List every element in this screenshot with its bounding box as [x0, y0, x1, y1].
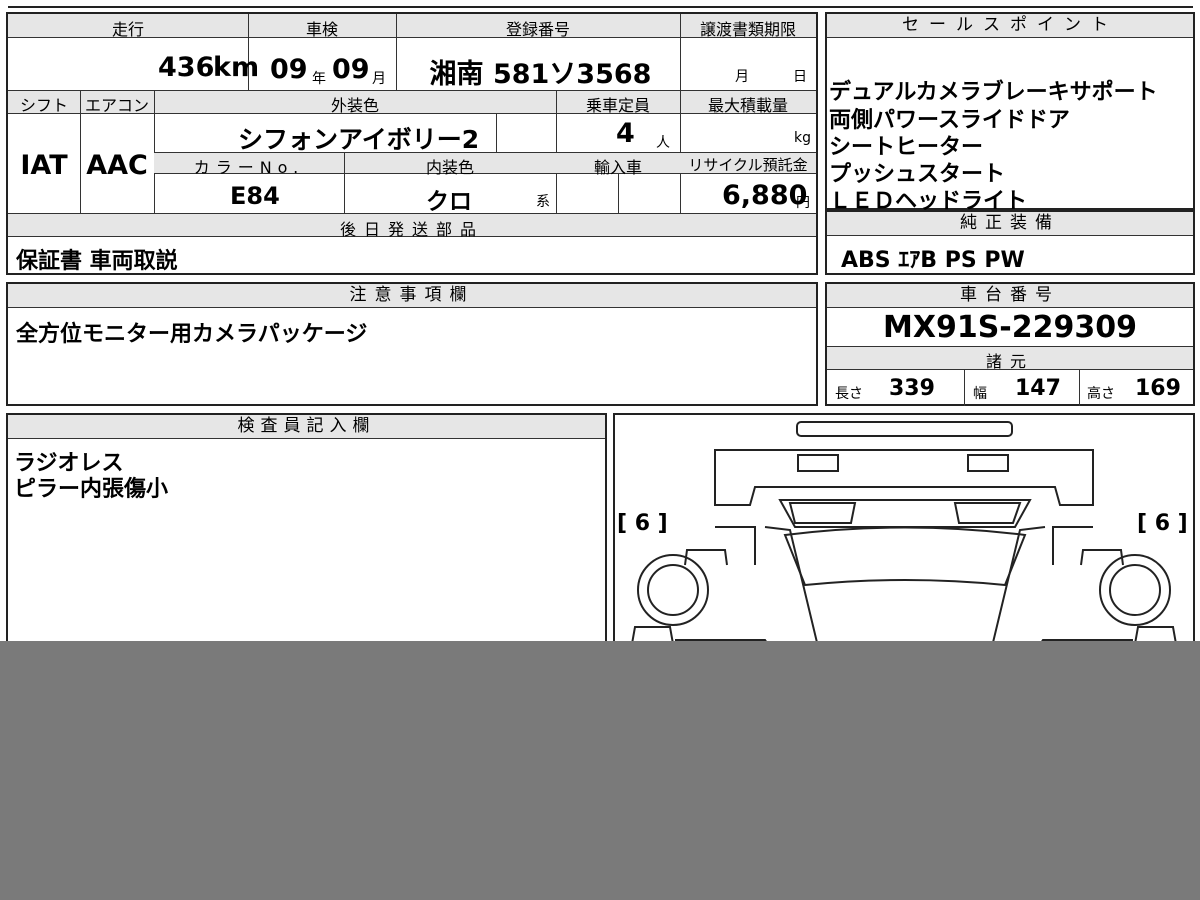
capacity-unit: 人 — [656, 135, 670, 151]
mileage-label: 走行 — [111, 20, 144, 39]
sales-points-box: セールスポイント デュアルカメラブレーキサポート 両側パワースライドドア シート… — [825, 12, 1195, 214]
chassis-number: MX91S-229309 — [882, 310, 1138, 345]
chassis-box: 車台番号 MX91S-229309 諸元 長さ 339 幅 147 高さ 169 — [825, 282, 1195, 406]
transfer-month-unit: 月 — [735, 69, 749, 85]
color-no-label: カラーNo. — [193, 158, 305, 177]
width-label: 幅 — [973, 386, 987, 402]
recycle-unit: 円 — [796, 195, 810, 211]
height-label: 高さ — [1087, 386, 1115, 402]
mileage-unit: km — [213, 52, 260, 83]
registration-label: 登録番号 — [505, 20, 570, 39]
genuine-equipment-box: 純正装備 ABS ｴｱB PS PW — [825, 210, 1195, 275]
main-info-table: 走行 車検 登録番号 譲渡書類期限 436 km 09 年 09 月 湘南 58… — [6, 12, 818, 275]
transfer-deadline-label: 譲渡書類期限 — [699, 20, 796, 39]
later-parts-label: 後日発送部品 — [339, 220, 484, 239]
exterior-color-label: 外装色 — [330, 96, 379, 115]
width-value: 147 — [1015, 376, 1061, 401]
notes-box: 注意事項欄 全方位モニター用カメラパッケージ — [6, 282, 818, 406]
notes-label: 注意事項欄 — [8, 284, 816, 308]
registration-value: 湘南 581ソ3568 — [429, 59, 652, 90]
exterior-color-value: シフォンアイボリー2 — [238, 125, 480, 154]
sales-points-label: セールスポイント — [827, 14, 1193, 38]
recycle-label: リサイクル預託金 — [688, 156, 808, 174]
inspector-note-line: ピラー内張傷小 — [14, 477, 169, 502]
specs-label: 諸元 — [985, 352, 1034, 371]
mileage-value: 436 — [158, 52, 215, 83]
length-label: 長さ — [835, 386, 863, 402]
left-tire-grade: [ 6 ] — [617, 511, 668, 536]
later-parts-value: 保証書 車両取説 — [16, 249, 178, 274]
interior-color-label: 内装色 — [425, 158, 474, 177]
shift-value: IAT — [20, 150, 68, 181]
right-tire-grade: [ 6 ] — [1137, 511, 1188, 536]
top-strip — [8, 0, 1193, 8]
import-label: 輸入車 — [593, 158, 642, 177]
inspection-year: 09 — [270, 54, 308, 85]
aircon-value: AAC — [86, 150, 148, 181]
interior-color-suffix: 系 — [536, 194, 550, 210]
shift-label: シフト — [19, 96, 68, 115]
interior-color-value: クロ — [426, 189, 472, 215]
car-diagram-box: [ 6 ] [ 6 ] — [613, 413, 1195, 653]
genuine-equipment-label: 純正装備 — [827, 212, 1193, 236]
bottom-overlay — [0, 641, 1200, 900]
car-top-view-diagram — [629, 421, 1179, 651]
inspector-notes-box: 検査員記入欄 ラジオレス ピラー内張傷小 — [6, 413, 607, 653]
length-value: 339 — [889, 376, 935, 401]
inspection-year-unit: 年 — [312, 71, 326, 87]
recycle-value: 6,880 — [722, 180, 808, 211]
capacity-label: 乗車定員 — [585, 96, 650, 115]
transfer-day-unit: 日 — [793, 69, 807, 85]
inspector-notes-label: 検査員記入欄 — [8, 415, 605, 439]
max-load-label: 最大積載量 — [707, 96, 788, 115]
aircon-label: エアコン — [84, 96, 149, 115]
inspection-label: 車検 — [305, 20, 338, 39]
genuine-equipment-value: ABS ｴｱB PS PW — [841, 248, 1025, 273]
notes-value: 全方位モニター用カメラパッケージ — [16, 322, 368, 347]
inspection-month: 09 — [332, 54, 370, 85]
color-no-value: E84 — [230, 182, 280, 210]
max-load-unit: kg — [794, 130, 811, 146]
height-value: 169 — [1135, 376, 1181, 401]
inspection-month-unit: 月 — [372, 71, 386, 87]
capacity-value: 4 — [616, 118, 635, 149]
chassis-label: 車台番号 — [827, 284, 1193, 308]
